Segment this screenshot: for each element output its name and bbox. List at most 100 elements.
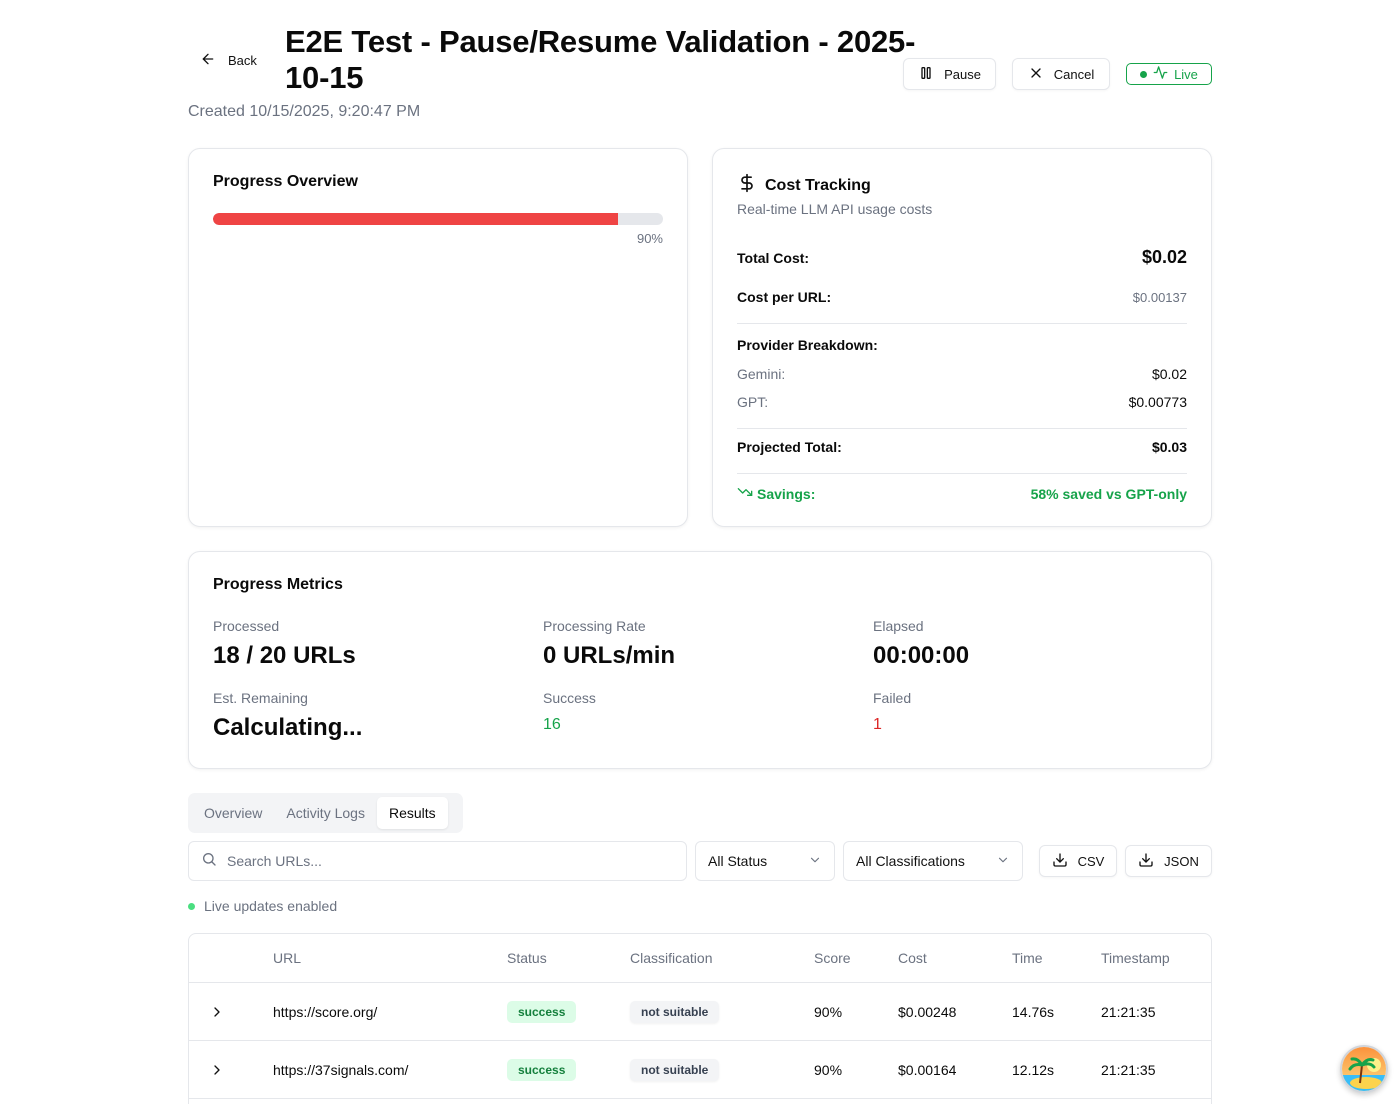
- projected-total-row: Projected Total: $0.03: [737, 439, 1187, 455]
- page-title: E2E Test - Pause/Resume Validation - 202…: [285, 24, 916, 95]
- chevron-right-icon[interactable]: [209, 1004, 225, 1020]
- pause-label: Pause: [944, 66, 981, 82]
- savings-label: Savings:: [757, 485, 816, 502]
- status-badge: success: [507, 1058, 577, 1081]
- tab-list: Overview Activity Logs Results: [188, 793, 463, 833]
- provider-breakdown-header: Provider Breakdown:: [737, 337, 1187, 353]
- export-json-button[interactable]: JSON: [1125, 845, 1212, 877]
- created-timestamp: Created 10/15/2025, 9:20:47 PM: [188, 103, 421, 120]
- beach-avatar-icon: [1342, 1047, 1386, 1091]
- column-header-status: Status: [507, 950, 547, 966]
- row-timestamp: 21:21:35: [1101, 1061, 1156, 1078]
- classification-filter-select[interactable]: All Classifications: [843, 841, 1023, 881]
- cost-per-url-value: $0.00137: [1132, 289, 1187, 305]
- live-status-badge: Live: [1126, 63, 1212, 85]
- table-row[interactable]: https://score.org/ success not suitable …: [189, 983, 1211, 1041]
- classification-badge: not suitable: [630, 1058, 720, 1081]
- row-score: 90%: [814, 1061, 843, 1078]
- processing-rate-value: 0 URLs/min: [543, 642, 676, 669]
- projected-total-value: $0.03: [1151, 439, 1187, 455]
- results-table: URL Status Classification Score Cost Tim…: [188, 933, 1212, 1104]
- total-cost-row: Total Cost: $0.02: [737, 247, 1187, 268]
- processed-value: 18 / 20 URLs: [213, 642, 356, 669]
- elapsed-value: 00:00:00: [873, 642, 970, 669]
- pause-button[interactable]: Pause: [903, 58, 996, 90]
- column-header-cost: Cost: [898, 950, 927, 966]
- provider-row-gemini: Gemini: $0.02: [737, 366, 1187, 382]
- live-dot-icon: [1140, 70, 1148, 78]
- progress-metrics-card: Progress Metrics Processed 18 / 20 URLs …: [188, 551, 1212, 769]
- cost-tracking-card: Cost Tracking Real-time LLM API usage co…: [712, 148, 1212, 527]
- tab-overview[interactable]: Overview: [192, 797, 274, 829]
- tab-results[interactable]: Results: [376, 797, 448, 829]
- dollar-sign-icon: [737, 173, 757, 198]
- cost-tracking-header: Cost Tracking: [737, 173, 871, 198]
- download-icon: [1138, 852, 1154, 871]
- row-cost: $0.00248: [898, 1003, 957, 1020]
- progress-bar: [213, 213, 663, 225]
- classification-badge: not suitable: [630, 1000, 720, 1023]
- provider-breakdown-label: Provider Breakdown:: [737, 337, 878, 353]
- column-header-url: URL: [273, 950, 302, 966]
- savings-value: 58% saved vs GPT-only: [1030, 485, 1187, 502]
- classification-filter-value: All Classifications: [856, 853, 965, 869]
- est-remaining-label: Est. Remaining: [213, 690, 308, 706]
- provider-cost: $0.02: [1151, 366, 1187, 382]
- row-url: https://37signals.com/: [273, 1061, 409, 1078]
- search-input[interactable]: [227, 853, 674, 869]
- status-filter-value: All Status: [708, 853, 768, 869]
- success-label: Success: [543, 690, 596, 706]
- live-updates-dot-icon: [188, 902, 195, 910]
- processed-label: Processed: [213, 618, 280, 634]
- row-cost: $0.00164: [898, 1061, 957, 1078]
- elapsed-label: Elapsed: [873, 618, 924, 634]
- status-badge: success: [507, 1000, 577, 1023]
- column-header-classification: Classification: [630, 950, 713, 966]
- progress-overview-title: Progress Overview: [213, 173, 358, 190]
- success-count: 16: [543, 716, 561, 733]
- search-icon: [201, 851, 217, 872]
- chevron-right-icon[interactable]: [209, 1062, 225, 1078]
- provider-name: GPT:: [737, 394, 769, 410]
- total-cost-value: $0.02: [1141, 247, 1187, 267]
- provider-name: Gemini:: [737, 366, 786, 382]
- progress-bar-fill: [213, 213, 618, 225]
- progress-metrics-title: Progress Metrics: [213, 576, 343, 593]
- cost-per-url-row: Cost per URL: $0.00137: [737, 289, 1187, 305]
- cost-per-url-label: Cost per URL:: [737, 289, 832, 305]
- floating-assistant-button[interactable]: [1340, 1045, 1388, 1093]
- total-cost-label: Total Cost:: [737, 249, 810, 266]
- row-time: 14.76s: [1012, 1003, 1055, 1020]
- cancel-button[interactable]: Cancel: [1012, 58, 1110, 90]
- projected-total-label: Projected Total:: [737, 439, 842, 455]
- cancel-label: Cancel: [1053, 66, 1095, 82]
- savings-label-group: Savings:: [737, 484, 815, 503]
- cost-tracking-title: Cost Tracking: [765, 176, 871, 194]
- progress-percent: 90%: [636, 231, 663, 246]
- download-icon: [1052, 852, 1068, 871]
- close-icon: [1028, 65, 1044, 84]
- search-field: [188, 841, 687, 881]
- activity-icon: [1153, 65, 1168, 83]
- back-label: Back: [228, 52, 257, 68]
- tab-activity-logs[interactable]: Activity Logs: [274, 797, 377, 829]
- trending-down-icon: [737, 484, 753, 503]
- est-remaining-value: Calculating...: [213, 714, 363, 741]
- table-header-row: URL Status Classification Score Cost Tim…: [189, 934, 1211, 983]
- csv-label: CSV: [1077, 853, 1105, 869]
- chevron-down-icon: [808, 853, 822, 870]
- pause-icon: [918, 65, 934, 84]
- failed-count: 1: [873, 716, 882, 733]
- cost-tracking-subtitle: Real-time LLM API usage costs: [737, 201, 933, 217]
- table-row[interactable]: https://37signals.com/ success not suita…: [189, 1041, 1211, 1099]
- column-header-time: Time: [1012, 950, 1043, 966]
- status-filter-select[interactable]: All Status: [695, 841, 835, 881]
- provider-cost: $0.00773: [1128, 394, 1187, 410]
- divider: [737, 428, 1187, 429]
- export-csv-button[interactable]: CSV: [1039, 845, 1117, 877]
- chevron-down-icon: [996, 853, 1010, 870]
- live-updates-indicator: Live updates enabled: [188, 898, 337, 914]
- live-label: Live: [1174, 66, 1198, 82]
- row-time: 12.12s: [1012, 1061, 1055, 1078]
- back-button[interactable]: Back: [188, 44, 269, 76]
